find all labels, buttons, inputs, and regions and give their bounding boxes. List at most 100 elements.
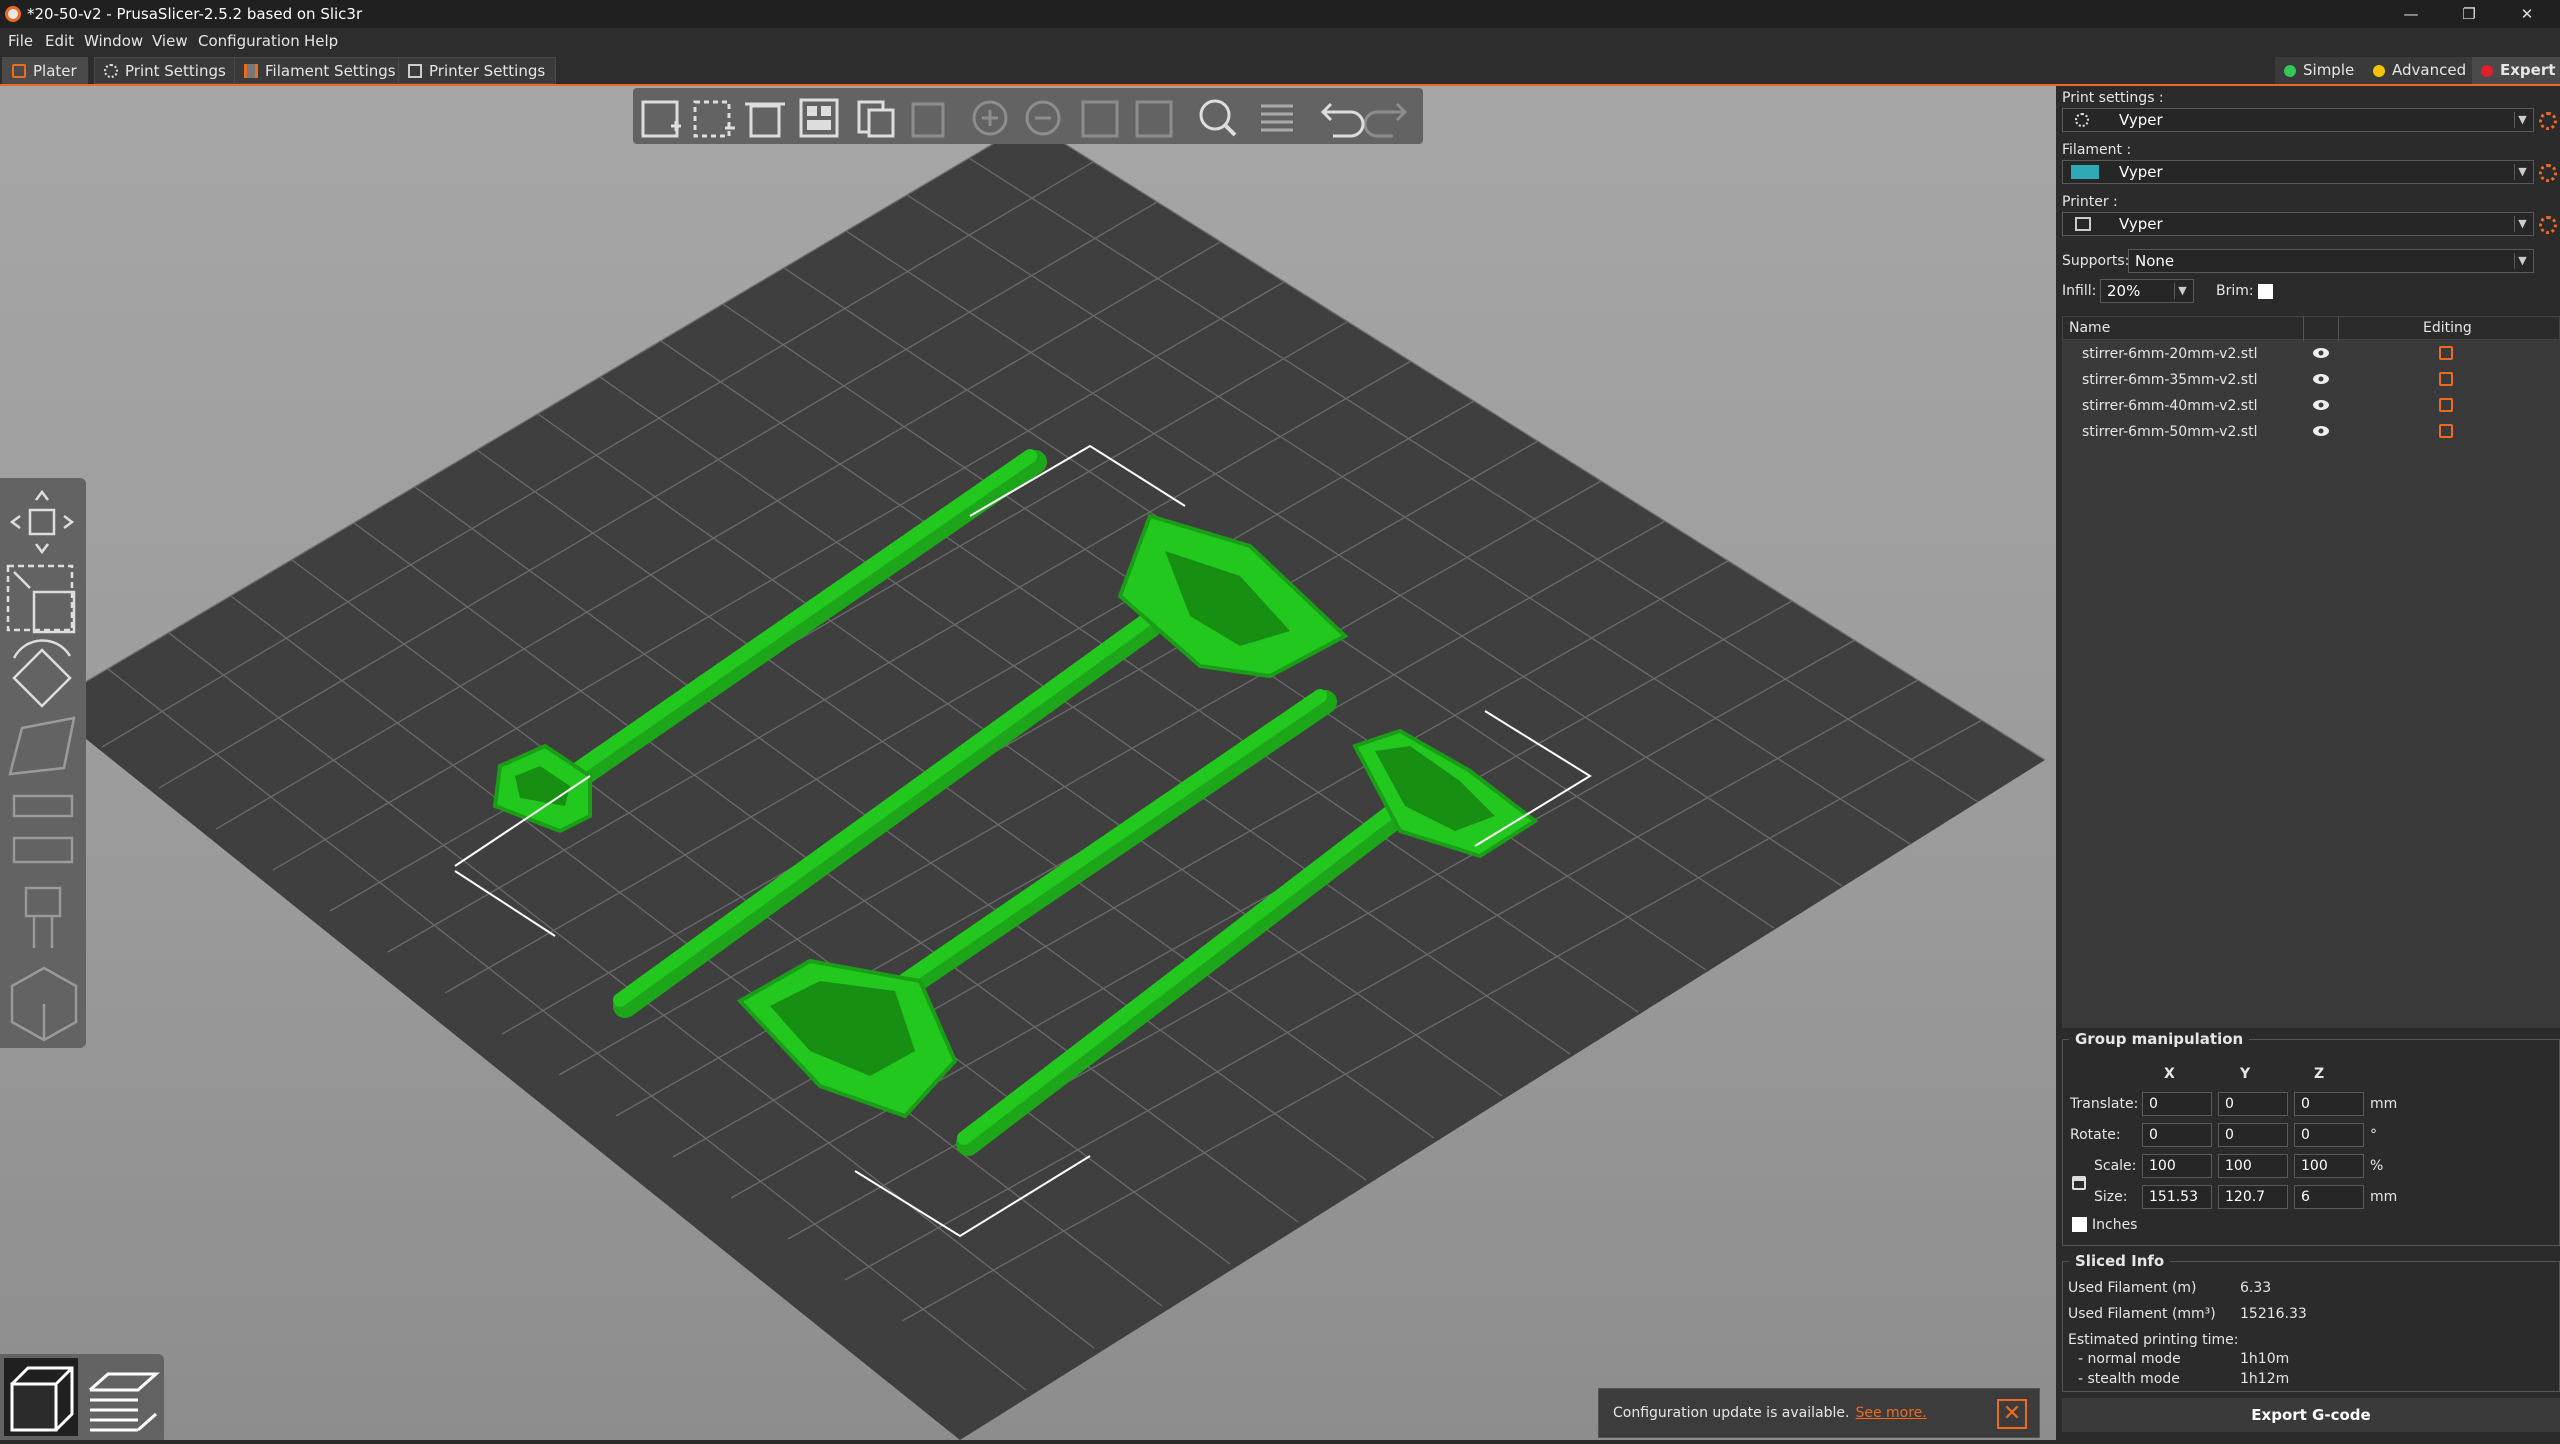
object-name: stirrer-6mm-50mm-v2.stl	[2082, 424, 2258, 440]
search-icon[interactable]	[1199, 99, 1237, 137]
edit-icon[interactable]	[2439, 372, 2453, 386]
see-more-link[interactable]: See more.	[1855, 1405, 1926, 1421]
brim-checkbox[interactable]	[2258, 284, 2273, 299]
object-row[interactable]: stirrer-6mm-35mm-v2.stl	[2062, 368, 2560, 394]
view-switcher	[0, 1354, 164, 1440]
menu-edit[interactable]: Edit	[45, 32, 74, 50]
size-x-field[interactable]: 151.53	[2142, 1185, 2212, 1209]
object-row[interactable]: stirrer-6mm-50mm-v2.stl	[2062, 420, 2560, 446]
edit-printer-preset-icon[interactable]	[2539, 216, 2557, 234]
move-icon[interactable]	[9, 489, 75, 555]
scale-x-field[interactable]: 100	[2142, 1154, 2212, 1178]
close-notification-icon[interactable]: ✕	[1997, 1399, 2027, 1429]
close-window-button[interactable]: ✕	[2504, 2, 2550, 26]
tab-filament-settings[interactable]: Filament Settings	[234, 57, 407, 84]
supports-paint-icon[interactable]	[24, 886, 62, 948]
edit-print-preset-icon[interactable]	[2539, 112, 2557, 130]
title-bar: *20-50-v2 - PrusaSlicer-2.5.2 based on S…	[0, 0, 2560, 28]
edit-icon[interactable]	[2439, 424, 2453, 438]
hollow-icon[interactable]	[12, 836, 74, 864]
eye-icon[interactable]	[2312, 372, 2330, 386]
print-bed	[45, 122, 2045, 1440]
translate-y-field[interactable]: 0	[2218, 1092, 2288, 1116]
tab-plater[interactable]: Plater	[2, 57, 88, 84]
rotate-z-field[interactable]: 0	[2294, 1123, 2364, 1147]
name-column-header[interactable]: Name	[2069, 320, 2110, 336]
minimize-button[interactable]: —	[2388, 2, 2434, 26]
restore-button[interactable]: ❐	[2446, 2, 2492, 26]
filament-label: Filament :	[2062, 142, 2132, 158]
preview-layers-icon[interactable]	[89, 1372, 160, 1432]
menu-view[interactable]: View	[152, 32, 188, 50]
layers-editing-icon[interactable]	[1261, 104, 1293, 132]
normal-mode-label: - normal mode	[2078, 1351, 2181, 1367]
column-divider	[2303, 317, 2304, 341]
3d-view-icon[interactable]	[4, 1358, 78, 1436]
right-sidebar: Print settings : Vyper ▼ Filament : Vype…	[2058, 86, 2560, 1440]
scale-y-field[interactable]: 100	[2218, 1154, 2288, 1178]
filament-combo[interactable]: Vyper ▼	[2062, 160, 2534, 184]
eye-icon[interactable]	[2312, 398, 2330, 412]
translate-z-field[interactable]: 0	[2294, 1092, 2364, 1116]
size-z-field[interactable]: 6	[2294, 1185, 2364, 1209]
edit-icon[interactable]	[2439, 398, 2453, 412]
object-row[interactable]: stirrer-6mm-40mm-v2.stl	[2062, 394, 2560, 420]
edit-icon[interactable]	[2439, 346, 2453, 360]
remove-instance-icon	[1025, 100, 1061, 136]
tab-print-settings[interactable]: Print Settings	[94, 57, 237, 84]
eye-icon[interactable]	[2312, 424, 2330, 438]
delete-icon[interactable]	[693, 100, 735, 138]
menu-help[interactable]: Help	[304, 32, 338, 50]
tab-printer-settings[interactable]: Printer Settings	[398, 57, 557, 84]
object-name: stirrer-6mm-20mm-v2.stl	[2082, 346, 2258, 362]
object-name: stirrer-6mm-40mm-v2.stl	[2082, 398, 2258, 414]
scale-icon[interactable]	[6, 564, 76, 634]
undo-icon[interactable]	[1320, 102, 1365, 138]
3d-scene-canvas[interactable]: Configuration update is available. See mo…	[0, 86, 2056, 1440]
print-settings-combo[interactable]: Vyper ▼	[2062, 108, 2534, 132]
rotate-x-field[interactable]: 0	[2142, 1123, 2212, 1147]
spool-icon	[244, 64, 258, 78]
scale-z-field[interactable]: 100	[2294, 1154, 2364, 1178]
chevron-down-icon: ▼	[2174, 283, 2190, 299]
export-gcode-button[interactable]: Export G-code	[2062, 1398, 2560, 1432]
mode-advanced-button[interactable]: Advanced	[2364, 57, 2477, 84]
rotate-y-field[interactable]: 0	[2218, 1123, 2288, 1147]
cut-icon[interactable]	[12, 794, 74, 818]
copy-icon[interactable]	[857, 100, 895, 138]
supports-combo[interactable]: None ▼	[2128, 249, 2534, 273]
rotate-icon[interactable]	[12, 639, 72, 708]
delete-all-icon[interactable]	[745, 102, 785, 138]
printer-combo[interactable]: Vyper ▼	[2062, 212, 2534, 236]
menu-file[interactable]: File	[8, 32, 33, 50]
arrange-icon[interactable]	[799, 98, 839, 138]
tab-label: Print Settings	[125, 62, 226, 80]
mode-simple-button[interactable]: Simple	[2275, 57, 2365, 84]
object-row[interactable]: stirrer-6mm-20mm-v2.stl	[2062, 342, 2560, 368]
brim-label: Brim:	[2216, 283, 2254, 299]
seam-paint-icon[interactable]	[10, 966, 78, 1042]
lock-icon[interactable]	[2072, 1176, 2086, 1190]
normal-mode-time: 1h10m	[2240, 1351, 2290, 1367]
size-y-field[interactable]: 120.7	[2218, 1185, 2288, 1209]
place-on-face-icon[interactable]	[8, 716, 76, 776]
eye-icon[interactable]	[2312, 346, 2330, 360]
infill-combo[interactable]: 20% ▼	[2100, 279, 2194, 303]
menu-window[interactable]: Window	[84, 32, 143, 50]
advanced-mode-dot-icon	[2373, 65, 2385, 77]
size-unit: mm	[2370, 1189, 2398, 1205]
print-bed-scene	[44, 121, 2046, 1440]
translate-x-field[interactable]: 0	[2142, 1092, 2212, 1116]
gizmo-toolbar	[0, 478, 86, 1048]
menu-configuration[interactable]: Configuration	[198, 32, 300, 50]
mode-expert-button[interactable]: Expert	[2472, 57, 2560, 84]
combo-value: Vyper	[2119, 163, 2163, 181]
add-icon[interactable]	[641, 100, 681, 138]
used-filament-m-label: Used Filament (m)	[2068, 1280, 2197, 1296]
inches-checkbox[interactable]	[2072, 1217, 2087, 1232]
used-filament-m-value: 6.33	[2240, 1280, 2272, 1296]
edit-filament-preset-icon[interactable]	[2539, 164, 2557, 182]
editing-column-header[interactable]: Editing	[2423, 320, 2472, 336]
plater-icon	[12, 64, 26, 78]
paste-icon	[911, 102, 945, 138]
